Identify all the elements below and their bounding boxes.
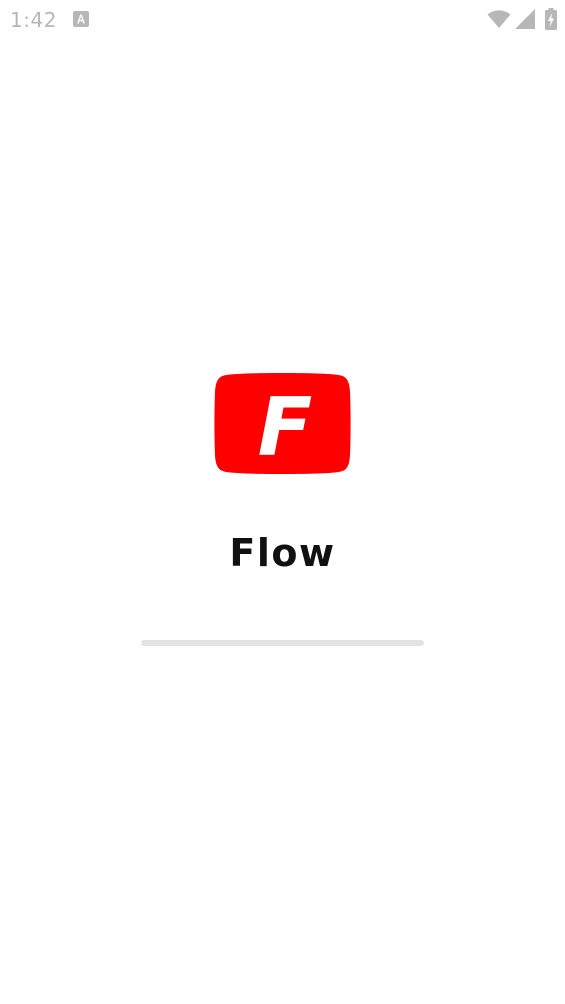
app-name: Flow bbox=[229, 531, 336, 575]
loading-progress-bar bbox=[141, 640, 424, 646]
wifi-icon bbox=[487, 10, 511, 28]
app-logo-icon: F bbox=[214, 373, 351, 474]
splash-screen: 1:42 F Flow bbox=[0, 0, 565, 1004]
signal-icon bbox=[515, 9, 535, 29]
a-badge-icon bbox=[73, 11, 89, 27]
status-time: 1:42 bbox=[10, 8, 57, 32]
logo-letter: F bbox=[258, 381, 313, 474]
status-bar: 1:42 bbox=[0, 0, 565, 40]
status-icons bbox=[487, 8, 557, 30]
battery-charging-icon bbox=[545, 8, 557, 30]
